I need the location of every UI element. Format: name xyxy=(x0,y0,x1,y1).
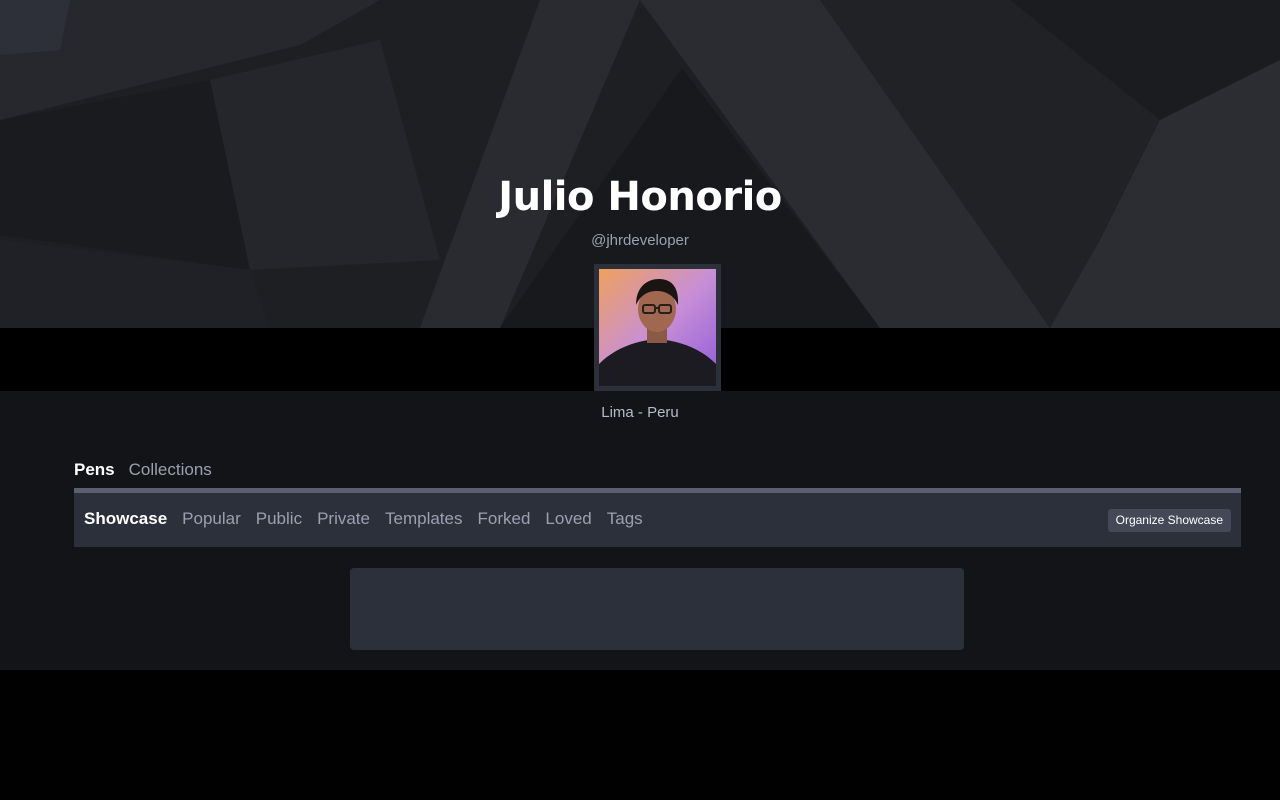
subtab-forked[interactable]: Forked xyxy=(477,508,530,530)
subtab-private[interactable]: Private xyxy=(317,508,370,530)
avatar[interactable] xyxy=(594,264,721,391)
subtab-popular[interactable]: Popular xyxy=(182,508,241,530)
subtab-public[interactable]: Public xyxy=(256,508,302,530)
tab-collections[interactable]: Collections xyxy=(129,458,212,482)
pens-subtabs: Showcase Popular Public Private Template… xyxy=(84,508,643,530)
profile-page: Julio Honorio @jhrdeveloper Lima - Peru xyxy=(0,0,1280,800)
profile-name: Julio Honorio xyxy=(498,174,782,220)
avatar-photo xyxy=(599,269,716,386)
showcase-empty-card xyxy=(350,568,964,650)
subtab-tags[interactable]: Tags xyxy=(607,508,643,530)
profile-top-tabs: Pens Collections xyxy=(74,458,212,482)
tab-pens[interactable]: Pens xyxy=(74,458,115,482)
profile-location: Lima - Peru xyxy=(601,404,679,421)
subtab-loved[interactable]: Loved xyxy=(545,508,591,530)
organize-showcase-button[interactable]: Organize Showcase xyxy=(1107,509,1231,532)
profile-handle[interactable]: @jhrdeveloper xyxy=(0,231,1280,251)
pens-subnav: Showcase Popular Public Private Template… xyxy=(74,488,1241,547)
subtab-showcase[interactable]: Showcase xyxy=(84,508,167,530)
subtab-templates[interactable]: Templates xyxy=(385,508,462,530)
